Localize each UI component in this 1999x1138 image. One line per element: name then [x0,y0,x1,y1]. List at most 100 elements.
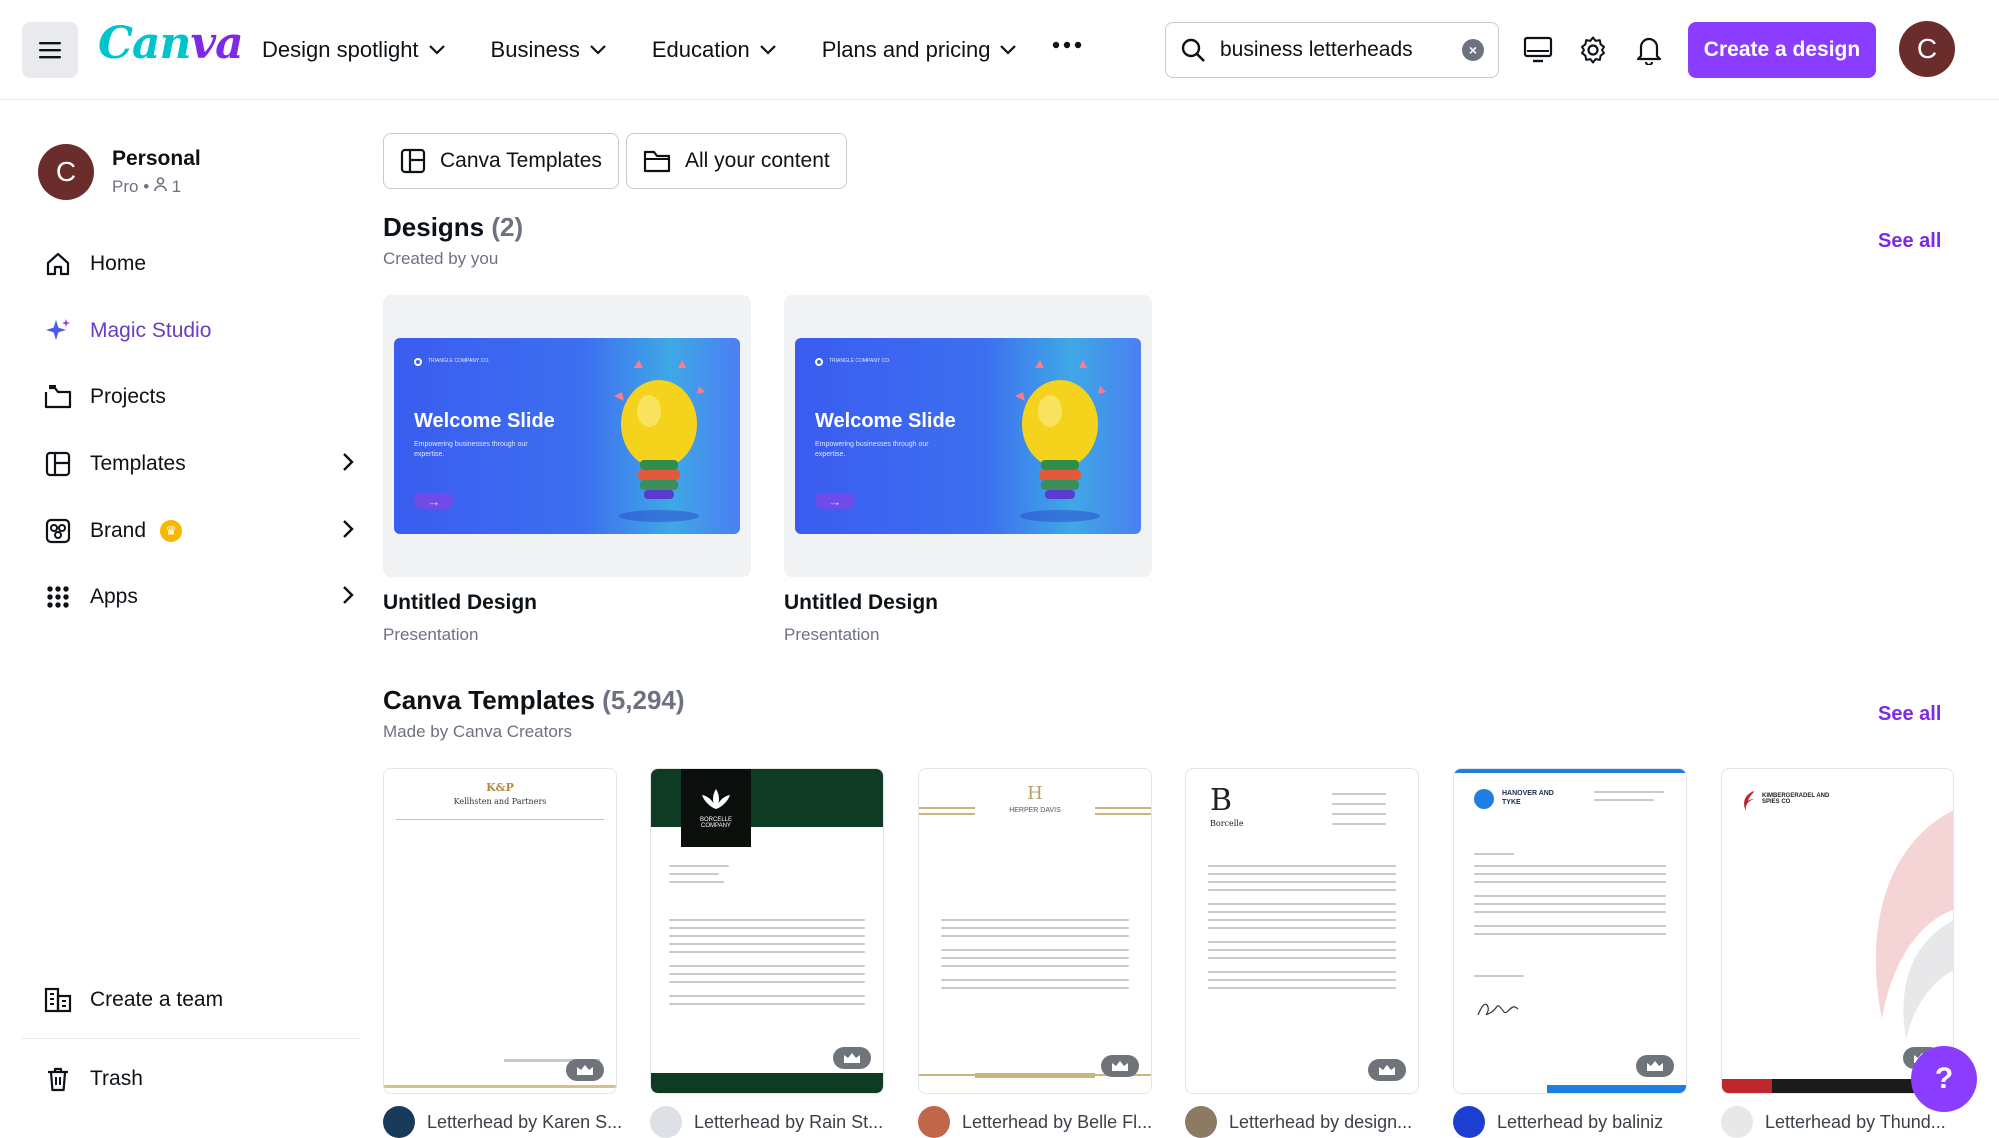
search-input[interactable]: business letterheads [1220,38,1462,62]
design-card-thumbnail[interactable]: TRIANGLE COMPANY CO. Welcome Slide Empow… [383,295,751,577]
template-card[interactable]: HANOVER AND TYKE [1453,768,1687,1094]
template-card[interactable]: KIMBERGERADEL AND SPIES CO [1721,768,1954,1094]
account-plan-row: Pro • 1 [112,177,182,196]
bell-icon [1636,37,1662,65]
template-monogram: H [1027,783,1043,804]
crown-icon [1101,1055,1139,1077]
template-card[interactable]: K&P Kellhsten and Partners [383,768,617,1094]
template-creator-label[interactable]: Letterhead by Thund... [1721,1106,1946,1138]
sidebar-item-label: Home [90,252,147,275]
lightbulb-image [614,360,705,522]
chevron-down-icon [1000,45,1017,55]
clear-search-icon[interactable]: × [1462,39,1484,61]
help-button[interactable]: ? [1911,1046,1977,1112]
templates-see-all-link[interactable]: See all [1878,703,1941,726]
nav-more-button[interactable] [1052,36,1082,54]
chevron-right-icon [343,586,354,604]
template-label-text: Letterhead by Thund... [1765,1111,1946,1132]
template-heading: HERPER DAVIS [1009,807,1061,814]
template-monogram: K&P [486,781,514,794]
design-type: Presentation [383,625,479,644]
template-card[interactable]: BORCELLE COMPANY [650,768,884,1094]
settings-button[interactable] [1573,30,1613,70]
template-label-text: Letterhead by design... [1229,1111,1413,1132]
menu-button[interactable] [22,22,78,78]
nav-design-spotlight[interactable]: Design spotlight [262,28,445,72]
template-card[interactable]: B Borcelle [1185,768,1419,1094]
templates-heading: Canva Templates (5,294) [383,685,685,716]
signature-image [1477,1003,1519,1016]
designs-heading: Designs (2) [383,212,523,243]
crown-icon [566,1059,604,1081]
slide-company: TRIANGLE COMPANY CO. [428,358,490,364]
chevron-down-icon [428,45,445,55]
template-creator-label[interactable]: Letterhead by baliniz [1453,1106,1663,1138]
designs-see-all-link[interactable]: See all [1878,230,1941,253]
folder-icon [44,383,72,411]
sidebar-item-magic-studio[interactable]: Magic Studio [44,309,354,353]
template-label-text: Letterhead by Rain St... [694,1111,884,1132]
filter-canva-templates[interactable]: Canva Templates [383,133,619,189]
chevron-down-icon [759,45,776,55]
monitor-icon [1523,36,1553,63]
templates-count: (5,294) [602,685,685,715]
top-bar: Canva Design spotlight Business Educatio… [0,0,1999,100]
sidebar-item-trash[interactable]: Trash [44,1057,354,1101]
avatar[interactable]: C [1899,21,1955,77]
arrow-icon: → [414,493,454,509]
nav-education[interactable]: Education [652,28,776,72]
sidebar-item-apps[interactable]: Apps [44,575,354,619]
sidebar: C Personal Pro • 1 Home Magic Studio Pro… [22,100,362,1129]
template-card[interactable]: H HERPER DAVIS [918,768,1152,1094]
chevron-right-icon [343,520,354,538]
templates-title: Canva Templates [383,685,595,715]
create-design-button[interactable]: Create a design [1688,22,1876,78]
sidebar-item-templates[interactable]: Templates [44,442,354,486]
design-name[interactable]: Untitled Design [784,591,938,615]
sidebar-item-brand[interactable]: Brand ♛ [44,509,354,553]
sparkle-icon [44,317,72,345]
template-creator-label[interactable]: Letterhead by Rain St... [650,1106,883,1138]
nav-plans-pricing[interactable]: Plans and pricing [822,28,1017,72]
design-name[interactable]: Untitled Design [383,591,537,615]
template-creator-label[interactable]: Letterhead by Karen S... [383,1106,622,1138]
templates-icon [400,148,426,174]
arrow-icon: → [815,493,855,509]
template-creator-label[interactable]: Letterhead by design... [1185,1106,1412,1138]
template-logo [1744,791,1754,811]
creator-avatar [918,1106,950,1138]
designs-subtitle: Created by you [383,249,499,268]
template-creator-label[interactable]: Letterhead by Belle Fl... [918,1106,1152,1138]
slide-preview: TRIANGLE COMPANY CO. Welcome Slide Empow… [795,338,1141,534]
design-card-thumbnail[interactable]: TRIANGLE COMPANY CO. Welcome Slide Empow… [784,295,1152,577]
creator-avatar [1721,1106,1753,1138]
create-team-button[interactable]: Create a team [44,978,354,1022]
sidebar-item-label: Brand [90,519,147,542]
template-monogram: B [1210,783,1233,818]
account-switcher[interactable]: C Personal Pro • 1 [38,144,201,200]
sidebar-item-label: Templates [90,452,186,475]
main-nav: Design spotlight Business Education Plan… [262,28,1062,72]
brand-icon [44,517,72,545]
sidebar-item-home[interactable]: Home [44,242,354,286]
filter-all-content[interactable]: All your content [626,133,847,189]
template-label-text: Letterhead by baliniz [1497,1111,1664,1132]
canva-logo[interactable]: Canva [98,18,244,69]
person-icon [154,177,167,192]
account-members: 1 [171,177,182,196]
desktop-app-button[interactable] [1518,30,1558,70]
template-label-text: Letterhead by Belle Fl... [962,1111,1153,1132]
sidebar-divider [22,1038,360,1039]
sidebar-item-projects[interactable]: Projects [44,375,354,419]
nav-business[interactable]: Business [491,28,606,72]
slide-desc: Empowering businesses through our expert… [414,441,528,458]
building-icon [44,986,72,1014]
chevron-down-icon [590,45,606,55]
trash-icon [44,1065,72,1093]
home-icon [44,250,72,278]
crown-icon [1636,1055,1674,1077]
sidebar-item-label: Apps [90,585,138,608]
notifications-button[interactable] [1629,30,1669,70]
slide-company: TRIANGLE COMPANY CO. [829,358,891,364]
filter-label: All your content [685,149,830,172]
